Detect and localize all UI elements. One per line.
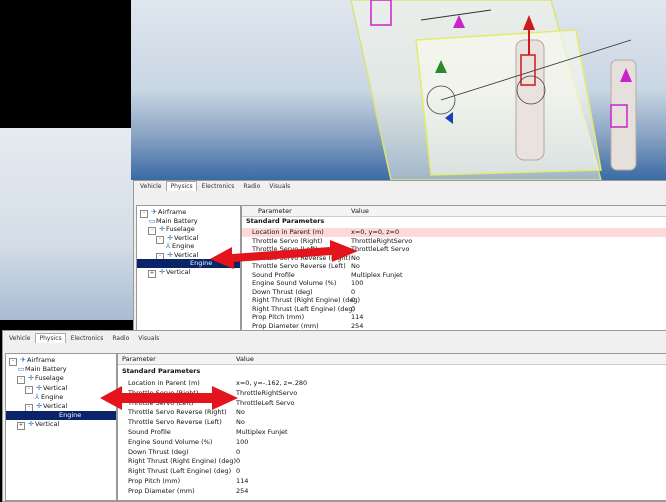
tab-radio[interactable]: Radio	[239, 181, 264, 191]
parameter-name: Sound Profile	[128, 428, 171, 436]
annotation-arrow-top	[210, 240, 358, 269]
airframe-icon: ✈	[20, 356, 26, 364]
tab-radio[interactable]: Radio	[108, 333, 133, 343]
column-header-parameter[interactable]: Parameter	[258, 207, 292, 215]
column-header-value[interactable]: Value	[351, 207, 369, 215]
tree-node-label: Fuselage	[35, 374, 64, 383]
tree-node-label: Main Battery	[156, 216, 198, 225]
tree-node-label: Engine	[190, 259, 213, 267]
engine-icon: ⅄	[34, 392, 40, 401]
table-row[interactable]: Engine Sound Volume (%) 100	[118, 438, 666, 447]
tree-node-airframe[interactable]: - ✈Airframe	[6, 356, 116, 366]
vertical-icon: ✛	[36, 383, 42, 392]
parameter-value[interactable]: 0	[236, 457, 240, 466]
tree-node-label: Vertical	[174, 250, 199, 259]
table-row[interactable]: Down Thrust (deg) 0	[118, 448, 666, 457]
table-row[interactable]: Sound Profile Multiplex Funjet	[118, 428, 666, 437]
parameter-name: Engine Sound Volume (%)	[128, 437, 213, 446]
parameter-name: Right Thrust (Left Engine) (deg)	[128, 467, 232, 476]
parameter-name: Right Thrust (Right Engine) (deg)	[128, 457, 236, 466]
tree-node-label: Vertical	[174, 233, 199, 242]
tab-electronics[interactable]: Electronics	[67, 333, 108, 343]
vertical-icon: ✛	[36, 402, 42, 410]
table-row[interactable]: Throttle Servo Reverse (Left) No	[118, 418, 666, 427]
parameter-value[interactable]: ThrottleRightServo	[236, 389, 297, 398]
tree-node-label: Vertical	[166, 267, 191, 276]
viewport-background	[0, 128, 134, 320]
top-tab-bar: Vehicle Physics Electronics Radio Visual…	[134, 181, 666, 191]
tab-visuals[interactable]: Visuals	[134, 333, 163, 343]
tree-node-label: Airframe	[158, 208, 187, 216]
tree-node-label: Engine	[41, 392, 64, 401]
tree-node-label: Vertical	[35, 420, 60, 429]
tab-electronics[interactable]: Electronics	[198, 181, 239, 191]
tab-vehicle[interactable]: Vehicle	[136, 181, 165, 191]
tree-node-main-battery[interactable]: ▭Main Battery	[6, 365, 116, 374]
grid-header: Parameter Value	[242, 206, 666, 217]
annotation-arrow-bottom	[100, 386, 238, 410]
bottom-parameter-grid[interactable]: Parameter Value Standard Parameters Loca…	[117, 353, 666, 501]
tree-node-label: Engine	[172, 242, 195, 250]
tree-node-label: Fuselage	[166, 225, 195, 233]
tab-physics[interactable]: Physics	[166, 181, 197, 191]
parameter-name: Prop Pitch (mm)	[128, 477, 181, 485]
column-header-parameter[interactable]: Parameter	[122, 355, 156, 363]
vertical-icon: ✛	[28, 420, 34, 429]
section-standard-parameters: Standard Parameters	[122, 367, 201, 375]
bottom-component-tree[interactable]: - ✈Airframe ▭Main Battery - ✛Fuselage - ✛Verti…	[5, 353, 117, 501]
parameter-value[interactable]: 0	[236, 448, 240, 457]
tab-vehicle[interactable]: Vehicle	[5, 333, 34, 343]
section-standard-parameters: Standard Parameters	[246, 217, 325, 225]
parameter-value[interactable]: Multiplex Funjet	[236, 428, 288, 437]
tree-node-label: Main Battery	[25, 365, 67, 374]
parameter-name: Down Thrust (deg)	[128, 447, 189, 456]
tree-node-fuselage[interactable]: - ✛Fuselage	[6, 374, 116, 385]
viewport-3d[interactable]	[131, 0, 666, 180]
table-row[interactable]: Prop Diameter (mm) 254	[118, 487, 666, 496]
expand-icon[interactable]: +	[148, 269, 156, 278]
expand-icon[interactable]: +	[17, 422, 25, 431]
bottom-tab-bar: Vehicle Physics Electronics Radio Visual…	[3, 333, 666, 343]
parameter-value[interactable]: No	[236, 418, 245, 427]
parameter-value[interactable]: 0	[236, 467, 240, 476]
tree-node-label: Airframe	[27, 356, 56, 364]
parameter-name: Prop Diameter (mm)	[128, 486, 195, 495]
parameter-value[interactable]: x=0, y=-.162, z=.280	[236, 379, 307, 388]
column-header-value[interactable]: Value	[236, 355, 254, 363]
tree-node-label: Vertical	[43, 402, 68, 410]
parameter-value[interactable]: 254	[236, 487, 248, 496]
tree-node-label: Engine	[59, 411, 82, 420]
parameter-name: Throttle Servo Reverse (Left)	[128, 418, 222, 427]
battery-icon: ▭	[17, 365, 25, 374]
model-render	[350, 0, 637, 180]
table-row[interactable]: Right Thrust (Left Engine) (deg) 0	[118, 467, 666, 476]
parameter-value[interactable]: 114	[236, 477, 248, 486]
parameter-value[interactable]: ThrottleLeft Servo	[236, 399, 294, 408]
parameter-value[interactable]: 100	[236, 438, 248, 447]
tree-node-label: Vertical	[43, 383, 68, 392]
tab-physics[interactable]: Physics	[35, 333, 66, 343]
table-row[interactable]: Prop Pitch (mm) 114	[118, 477, 666, 486]
bottom-properties-panel: Vehicle Physics Electronics Radio Visual…	[2, 330, 666, 502]
fuselage-icon: ✛	[28, 374, 34, 383]
vertical-icon: ✛	[159, 267, 165, 276]
tree-node-vertical[interactable]: + ✛Vertical	[6, 420, 116, 431]
tab-visuals[interactable]: Visuals	[265, 181, 294, 191]
grid-header: Parameter Value	[118, 354, 666, 365]
table-row[interactable]: Right Thrust (Right Engine) (deg) 0	[118, 457, 666, 466]
